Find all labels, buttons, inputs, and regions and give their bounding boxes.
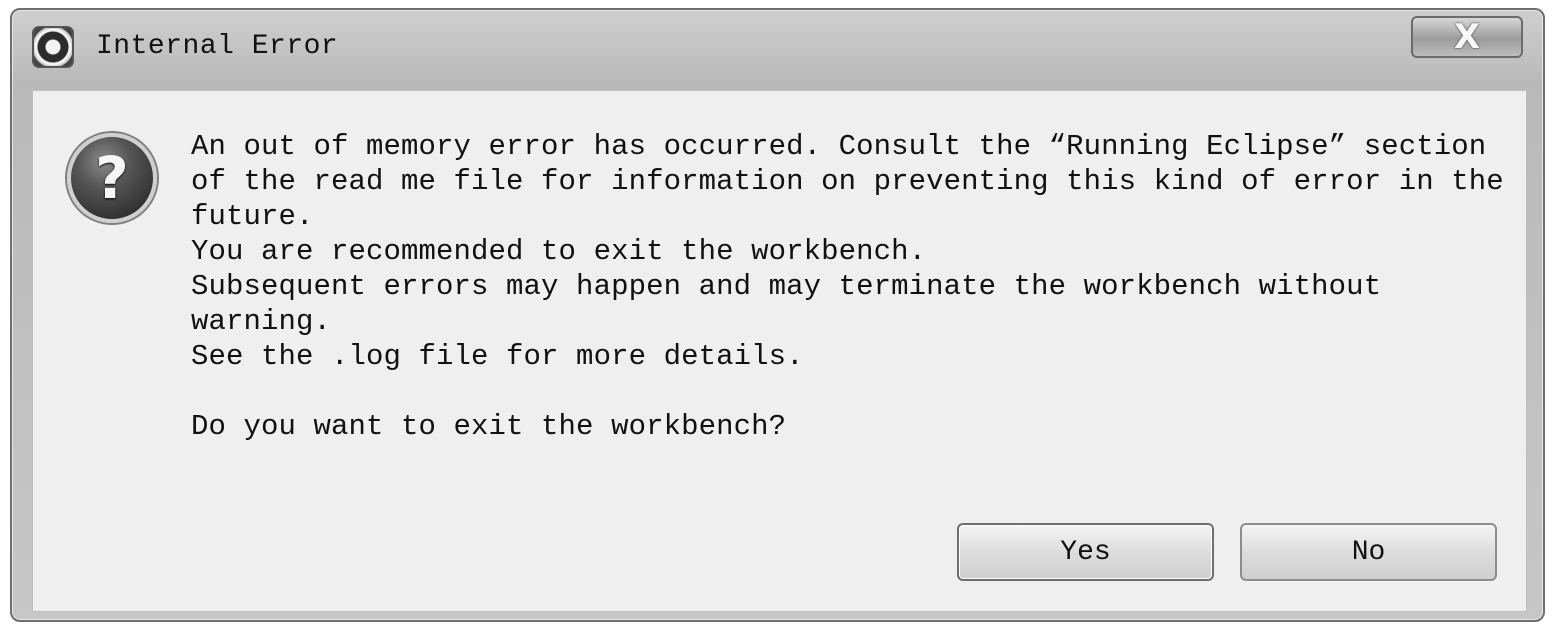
message-question: Do you want to exit the workbench? <box>191 410 787 443</box>
question-icon: ? <box>67 133 157 223</box>
message-spacer <box>191 374 1516 409</box>
error-message: An out of memory error has occurred. Con… <box>191 129 1516 444</box>
message-line: An out of memory error has occurred. Con… <box>191 130 1487 163</box>
message-line: See the .log file for more details. <box>191 340 804 373</box>
dialog-window: Internal Error X ? An out of memory erro… <box>10 8 1545 622</box>
message-line: warning. <box>191 305 332 338</box>
no-button[interactable]: No <box>1240 523 1497 581</box>
message-line: Subsequent errors may happen and may ter… <box>191 270 1382 303</box>
message-line: future. <box>191 200 314 233</box>
close-button[interactable]: X <box>1411 16 1523 58</box>
eclipse-icon <box>32 26 74 68</box>
yes-button[interactable]: Yes <box>957 523 1214 581</box>
message-line: of the read me file for information on p… <box>191 165 1504 198</box>
window-title: Internal Error <box>96 31 339 62</box>
title-bar[interactable]: Internal Error X <box>12 10 1543 86</box>
dialog-content: ? An out of memory error has occurred. C… <box>32 90 1527 612</box>
message-line: You are recommended to exit the workbenc… <box>191 235 927 268</box>
